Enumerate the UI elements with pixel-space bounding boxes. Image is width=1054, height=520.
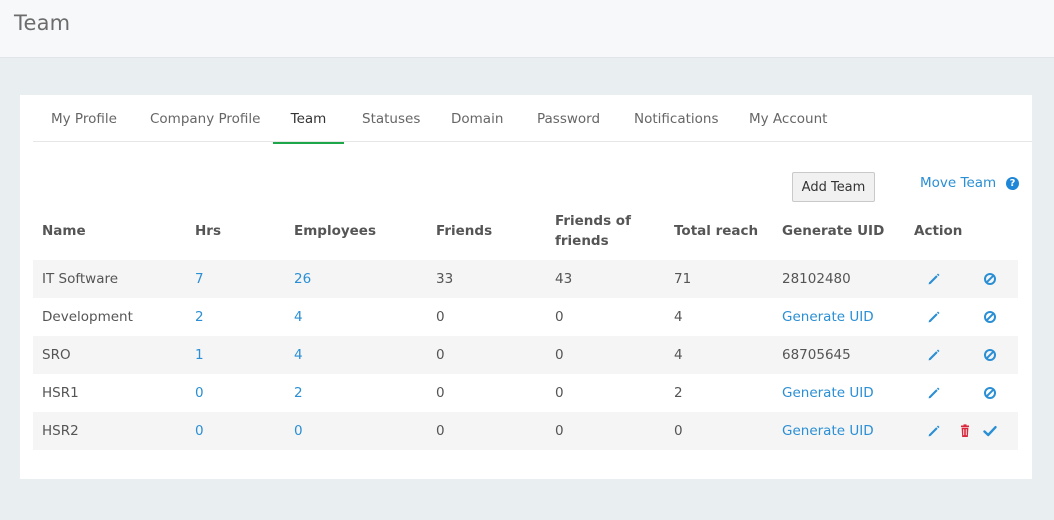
cell-employees-link[interactable]: 4	[294, 336, 303, 374]
cell-name: IT Software	[42, 271, 119, 287]
edit-icon[interactable]	[927, 272, 941, 286]
generate-uid-link[interactable]: Generate UID	[782, 374, 874, 412]
cell-friends: 0	[436, 309, 445, 325]
cell-total-reach: 4	[674, 347, 683, 363]
page-header: Team	[0, 0, 1054, 58]
cell-total-reach: 0	[674, 423, 683, 439]
cell-employees-link[interactable]: 0	[294, 412, 303, 450]
cell-friends-of-friends: 0	[555, 423, 564, 439]
block-icon[interactable]	[983, 310, 997, 324]
column-header-friends-of-friends-line2: friends	[555, 233, 609, 249]
cell-total-reach: 4	[674, 309, 683, 325]
column-header-total-reach: Total reach	[674, 223, 759, 239]
table-row: Development 2 4 0 0 4 Generate UID	[33, 298, 1018, 336]
block-icon[interactable]	[983, 272, 997, 286]
cell-name: HSR1	[42, 385, 79, 401]
cell-name: Development	[42, 309, 133, 325]
move-team-link[interactable]: Move Team	[920, 175, 996, 191]
table-row: IT Software 7 26 33 43 71 28102480	[33, 260, 1018, 298]
cell-total-reach: 2	[674, 385, 683, 401]
cell-hrs-link[interactable]: 2	[195, 298, 204, 336]
cell-hrs-link[interactable]: 1	[195, 336, 204, 374]
tab-team[interactable]: Team	[273, 95, 344, 144]
block-icon[interactable]	[983, 386, 997, 400]
cell-employees-link[interactable]: 4	[294, 298, 303, 336]
tab-my-profile[interactable]: My Profile	[51, 95, 117, 144]
team-card: My Profile Company Profile Team Statuses…	[20, 95, 1032, 479]
check-icon[interactable]	[983, 424, 997, 438]
table-row: SRO 1 4 0 0 4 68705645	[33, 336, 1018, 374]
tab-statuses[interactable]: Statuses	[362, 95, 420, 144]
table-row: HSR1 0 2 0 0 2 Generate UID	[33, 374, 1018, 412]
table-row: HSR2 0 0 0 0 0 Generate UID	[33, 412, 1018, 450]
delete-icon[interactable]	[958, 424, 972, 438]
edit-icon[interactable]	[927, 348, 941, 362]
tab-my-account[interactable]: My Account	[749, 95, 827, 144]
cell-friends-of-friends: 0	[555, 309, 564, 325]
edit-icon[interactable]	[927, 424, 941, 438]
cell-name: SRO	[42, 347, 71, 363]
cell-hrs-link[interactable]: 0	[195, 374, 204, 412]
edit-icon[interactable]	[927, 386, 941, 400]
cell-uid: 68705645	[782, 347, 851, 363]
column-header-generate-uid: Generate UID	[782, 223, 885, 239]
cell-hrs-link[interactable]: 0	[195, 412, 204, 450]
help-icon[interactable]: ?	[1006, 177, 1019, 190]
column-header-name: Name	[42, 223, 86, 239]
column-header-employees: Employees	[294, 223, 377, 239]
edit-icon[interactable]	[927, 310, 941, 324]
cell-hrs-link[interactable]: 7	[195, 260, 204, 298]
cell-name: HSR2	[42, 423, 79, 439]
settings-tabs: My Profile Company Profile Team Statuses…	[33, 95, 1032, 144]
column-header-friends: Friends	[436, 223, 493, 239]
cell-friends-of-friends: 43	[555, 271, 573, 287]
cell-friends: 33	[436, 271, 454, 287]
column-header-hrs: Hrs	[195, 223, 221, 239]
tab-company-profile[interactable]: Company Profile	[150, 95, 261, 144]
add-team-button[interactable]: Add Team	[792, 172, 875, 202]
cell-friends: 0	[436, 385, 445, 401]
generate-uid-link[interactable]: Generate UID	[782, 412, 874, 450]
cell-employees-link[interactable]: 26	[294, 260, 311, 298]
cell-friends-of-friends: 0	[555, 347, 564, 363]
column-header-friends-of-friends-line1: Friends of	[555, 213, 631, 229]
column-header-action: Action	[914, 223, 963, 239]
cell-employees-link[interactable]: 2	[294, 374, 303, 412]
generate-uid-link[interactable]: Generate UID	[782, 298, 874, 336]
column-header-friends-of-friends: Friends of friends	[555, 211, 631, 251]
page-title: Team	[14, 11, 71, 35]
tab-notifications[interactable]: Notifications	[634, 95, 719, 144]
tab-domain[interactable]: Domain	[451, 95, 503, 144]
block-icon[interactable]	[983, 348, 997, 362]
cell-uid: 28102480	[782, 271, 851, 287]
cell-friends-of-friends: 0	[555, 385, 564, 401]
cell-friends: 0	[436, 423, 445, 439]
tab-password[interactable]: Password	[537, 95, 600, 144]
cell-friends: 0	[436, 347, 445, 363]
cell-total-reach: 71	[674, 271, 692, 287]
